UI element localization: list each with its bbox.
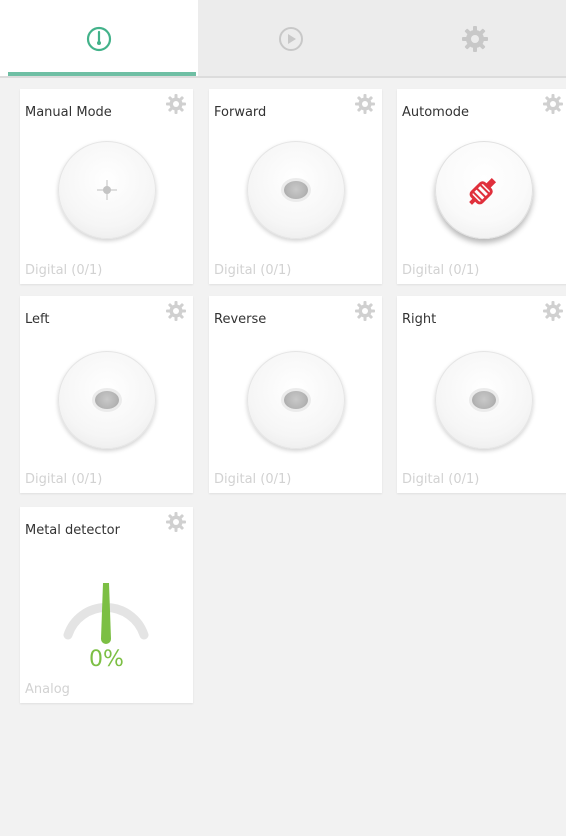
reverse-button[interactable]	[247, 351, 345, 449]
gauge-dial	[63, 583, 149, 644]
widget-title: Manual Mode	[25, 105, 112, 120]
settings-icon	[462, 26, 488, 52]
button-dot	[284, 391, 308, 409]
widget-forward: Forward Digital (0/1)	[209, 89, 382, 284]
widget-title: Reverse	[214, 312, 267, 327]
widget-type-label: Digital (0/1)	[25, 263, 103, 278]
widget-title: Right	[402, 312, 437, 327]
widget-title: Forward	[214, 105, 267, 120]
tab-play[interactable]	[198, 0, 384, 78]
gauge-value: 0%	[89, 647, 124, 672]
tab-divider	[0, 76, 566, 78]
widget-title: Left	[25, 312, 50, 327]
widget-title: Metal detector	[25, 523, 120, 538]
gear-icon[interactable]	[165, 93, 187, 115]
screwdriver-icon	[469, 177, 497, 205]
widget-left: Left Digital (0/1)	[20, 296, 193, 493]
widget-type-label: Digital (0/1)	[402, 263, 480, 278]
forward-button[interactable]	[247, 141, 345, 239]
widget-manual-mode: Manual Mode Digital (0/1)	[20, 89, 193, 284]
widget-automode: Automode Digital (0/1)	[397, 89, 566, 284]
gear-icon[interactable]	[542, 93, 564, 115]
widget-metal-detector: Metal detector 0% Analog	[20, 507, 193, 703]
widget-type-label: Digital (0/1)	[402, 472, 480, 487]
play-icon	[279, 27, 303, 51]
manual-mode-button[interactable]	[58, 141, 156, 239]
gauge-icon	[86, 26, 112, 52]
button-dot	[472, 391, 496, 409]
gear-icon[interactable]	[542, 300, 564, 322]
widget-right: Right Digital (0/1)	[397, 296, 566, 493]
widget-type-label: Analog	[25, 682, 70, 697]
button-dot	[284, 181, 308, 199]
left-button[interactable]	[58, 351, 156, 449]
gear-icon[interactable]	[165, 511, 187, 533]
gear-icon[interactable]	[354, 300, 376, 322]
right-button[interactable]	[435, 351, 533, 449]
widget-title: Automode	[402, 105, 470, 120]
widget-reverse: Reverse Digital (0/1)	[209, 296, 382, 493]
widget-type-label: Digital (0/1)	[25, 472, 103, 487]
crosshair-icon	[97, 180, 117, 200]
tab-settings[interactable]	[384, 0, 566, 78]
tab-bar	[0, 0, 566, 78]
widget-type-label: Digital (0/1)	[214, 263, 292, 278]
gear-icon[interactable]	[165, 300, 187, 322]
automode-button[interactable]	[435, 141, 533, 239]
button-dot	[95, 391, 119, 409]
tab-dashboard[interactable]	[0, 0, 198, 78]
widget-type-label: Digital (0/1)	[214, 472, 292, 487]
gear-icon[interactable]	[354, 93, 376, 115]
